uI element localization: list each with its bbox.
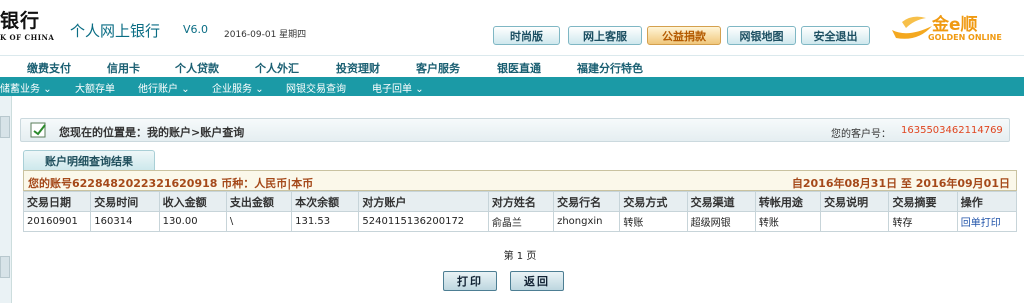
chevron-down-icon: ⌄ [43,84,52,95]
logo-english-text: GOLDEN ONLINE [928,33,1002,42]
main-content: 您现在的位置是：我的账户>账户查询 您的客户号： 163550346211476… [20,96,1020,303]
cell-balance: 131.53 [291,211,360,232]
bank-english-name: K OF CHINA [0,33,55,42]
customer-number-label: 您的客户号： [831,129,891,140]
cell-purpose: 转账 [754,211,822,232]
cell-income: 130.00 [158,211,227,232]
cell-counter-account: 5240115136200172 [358,211,489,232]
sub-nav: 储蓄业务 ⌄ 大额存单 他行账户 ⌄ 企业服务 ⌄ 网银交易查询 电子回单 ⌄ [0,77,1024,96]
account-info-bar: 您的账号6228482022321620918 币种：人民币|本币 自2016年… [23,170,1017,191]
back-button[interactable]: 返回 [510,271,564,291]
app-version: V6.0 [183,23,209,36]
subnav-savings[interactable]: 储蓄业务 ⌄ [0,80,52,95]
main-nav: 缴费支付 信用卡 个人贷款 个人外汇 投资理财 客户服务 银医直通 福建分行特色 [0,55,1024,77]
date-range: 自2016年08月31日 至 2016年09月01日 [791,177,1010,190]
tab-account-detail-result[interactable]: 账户明细查询结果 [23,150,155,170]
column-header: 交易渠道 [686,191,756,212]
nav-investment[interactable]: 投资理财 [336,60,380,76]
subnav-enterprise-service[interactable]: 企业服务 ⌄ [212,80,264,95]
table-header-row: 交易日期 交易时间 收入金额 支出金额 本次余额 对方账户 对方姓名 交易行名 … [22,191,1018,212]
print-button[interactable]: 打印 [443,271,497,291]
charity-donation-button[interactable]: 公益捐款 [647,26,721,45]
location-text: 您现在的位置是：我的账户>账户查询 [59,126,245,139]
column-header: 操作 [956,191,1018,212]
current-date: 2016-09-01 星期四 [224,30,307,40]
page-indicator: 第 1 页 [503,251,537,262]
sidebar-toggle-lower[interactable] [0,256,10,278]
column-header: 交易方式 [619,191,688,212]
table-row: 20160901 160314 130.00 \ 131.53 52401151… [22,211,1018,232]
nav-credit-card[interactable]: 信用卡 [107,60,140,76]
cell-date: 20160901 [22,211,92,232]
cell-bank-name: zhongxin [553,211,621,232]
transaction-table: 交易日期 交易时间 收入金额 支出金额 本次余额 对方账户 对方姓名 交易行名 … [22,191,1018,232]
column-header: 交易日期 [22,191,92,212]
chevron-down-icon: ⌄ [415,84,424,95]
nav-personal-loan[interactable]: 个人贷款 [175,60,219,76]
left-sidebar [0,96,12,303]
column-header: 交易说明 [820,191,890,212]
subnav-other-bank-account[interactable]: 他行账户 ⌄ [138,80,190,95]
logo-text: 金e顺 [932,15,978,35]
location-bar: 您现在的位置是：我的账户>账户查询 您的客户号： 163550346211476… [20,118,1010,142]
online-service-button[interactable]: 网上客服 [568,26,642,45]
column-header: 交易摘要 [888,191,958,212]
nav-fujian-branch[interactable]: 福建分行特色 [577,60,643,76]
cell-time: 160314 [90,211,160,232]
cell-expense: \ [225,211,293,232]
ebank-map-button[interactable]: 网银地图 [727,26,796,45]
nav-customer-service[interactable]: 客户服务 [416,60,460,76]
subnav-large-deposit[interactable]: 大额存单 [75,80,115,95]
nav-personal-forex[interactable]: 个人外汇 [255,60,299,76]
fashion-version-button[interactable]: 时尚版 [493,26,560,45]
cell-summary: 转存 [888,211,958,232]
column-header: 对方账户 [358,191,489,212]
bank-name: 银行 [0,10,41,32]
location-icon [30,122,46,138]
subnav-ebank-query[interactable]: 网银交易查询 [286,80,346,95]
app-title: 个人网上银行 [70,22,161,40]
column-header: 对方姓名 [487,191,555,212]
nav-medical-direct[interactable]: 银医直通 [497,60,541,76]
column-header: 支出金额 [225,191,293,212]
cell-counter-name: 俞晶兰 [487,211,555,232]
cell-channel: 超级网银 [686,211,756,232]
customer-number: 1635503462114769 [901,125,1003,136]
column-header: 转帐用途 [754,191,822,212]
header: 银行 K OF CHINA 个人网上银行 V6.0 2016-09-01 星期四… [0,0,1024,55]
chevron-down-icon: ⌄ [181,84,190,95]
receipt-print-link[interactable]: 回单打印 [956,211,1018,232]
account-info: 您的账号6228482022321620918 币种：人民币|本币 [28,177,314,190]
column-header: 收入金额 [158,191,227,212]
nav-bill-payment[interactable]: 缴费支付 [27,60,71,76]
sidebar-toggle[interactable] [0,116,10,138]
safe-logout-button[interactable]: 安全退出 [801,26,870,45]
subnav-e-receipt[interactable]: 电子回单 ⌄ [372,80,424,95]
column-header: 交易时间 [90,191,160,212]
cell-method: 转账 [619,211,688,232]
cell-description [820,211,890,232]
chevron-down-icon: ⌄ [255,84,264,95]
column-header: 交易行名 [553,191,621,212]
column-header: 本次余额 [291,191,360,212]
